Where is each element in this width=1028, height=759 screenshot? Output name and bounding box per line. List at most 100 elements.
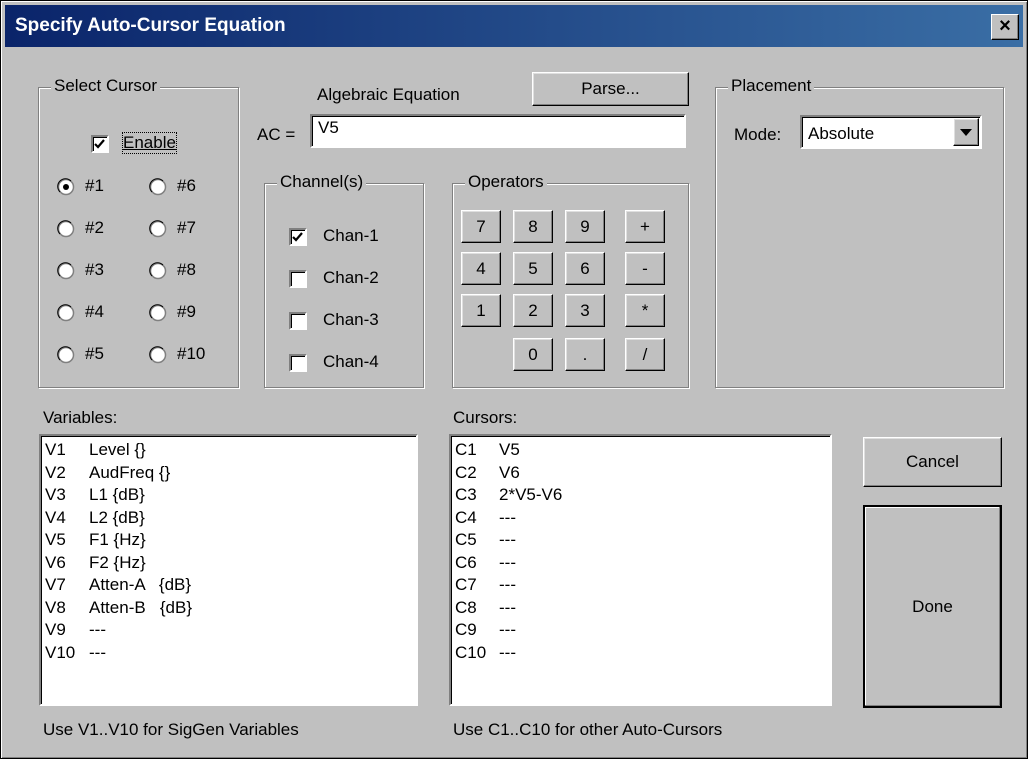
variables-label: Variables: — [43, 408, 118, 427]
variable-row[interactable]: V2 AudFreq {} — [45, 463, 416, 486]
cursor-desc: 2*V5-V6 — [499, 485, 563, 504]
cursor-radio-label: #1 — [85, 176, 104, 195]
enable-checkbox[interactable] — [91, 135, 109, 153]
auto-cursor-dialog: Specify Auto-Cursor Equation × Select Cu… — [0, 0, 1028, 759]
operator-key[interactable]: / — [625, 338, 665, 371]
close-button[interactable]: × — [991, 14, 1019, 40]
variable-desc: F2 {Hz} — [89, 552, 146, 572]
cursor-id: C1 — [455, 440, 477, 459]
enable-label: Enable — [122, 132, 177, 154]
operator-key-label: - — [642, 259, 648, 278]
variable-desc: L2 {dB} — [89, 507, 145, 527]
placement-group: Placement Mode: Absolute — [715, 76, 1004, 388]
mode-label: Mode: — [734, 125, 782, 144]
operators-group: Operators 7 8 9 +4 5 6 - 1 2 3 * 0. / — [452, 172, 689, 388]
cursor-id: C6 — [455, 552, 477, 572]
radio-dot-icon — [63, 184, 69, 190]
operator-key-label: / — [642, 345, 648, 364]
operator-key[interactable]: 5 — [513, 252, 553, 285]
variable-desc: Atten-B {dB} — [89, 597, 193, 617]
cursor-desc: --- — [499, 552, 516, 572]
cursor-radio-label: #4 — [85, 302, 104, 321]
radio-circle-icon — [57, 178, 75, 196]
equation-input-value: V5 — [318, 118, 339, 137]
cursor-row[interactable]: C1 V5 — [455, 440, 830, 463]
operator-key[interactable]: 7 — [461, 210, 501, 243]
cursor-row[interactable]: C4 --- — [455, 508, 830, 531]
done-button-label: Done — [912, 597, 953, 616]
cursor-row[interactable]: C6 --- — [455, 553, 830, 576]
operator-key[interactable]: 6 — [565, 252, 605, 285]
cursor-id: C4 — [455, 507, 477, 527]
cursor-row[interactable]: C8 --- — [455, 598, 830, 621]
mode-select-value: Absolute — [808, 124, 875, 143]
operator-key[interactable]: 9 — [565, 210, 605, 243]
channel-label: Chan-2 — [323, 268, 379, 287]
cursor-row[interactable]: C2 V6 — [455, 463, 830, 486]
variable-row[interactable]: V7 Atten-A {dB} — [45, 575, 416, 598]
operator-key-label: 8 — [528, 217, 538, 236]
variable-id: V10 — [45, 642, 76, 662]
channels-legend: Channel(s) — [277, 172, 367, 192]
variables-hint: Use V1..V10 for SigGen Variables — [43, 720, 299, 739]
variable-row[interactable]: V4 L2 {dB} — [45, 508, 416, 531]
variable-row[interactable]: V5 F1 {Hz} — [45, 530, 416, 553]
operator-key[interactable]: + — [625, 210, 665, 243]
variable-row[interactable]: V8 Atten-B {dB} — [45, 598, 416, 621]
operator-key[interactable]: . — [565, 338, 605, 371]
cursor-radio-label: #3 — [85, 260, 104, 279]
mode-dropdown-button[interactable] — [953, 118, 979, 146]
variable-row[interactable]: V3 L1 {dB} — [45, 485, 416, 508]
cursors-list[interactable]: C1 V5 C2 V6 C3 2*V5-V6 C4 --- C5 --- C6 --- C7 --- C8 -… — [449, 434, 832, 706]
cancel-button-label: Cancel — [906, 452, 959, 471]
done-button[interactable]: Done — [863, 505, 1002, 708]
operator-key[interactable]: 0 — [513, 338, 553, 371]
operator-key[interactable]: 8 — [513, 210, 553, 243]
operator-key-label: 7 — [476, 217, 486, 236]
variables-list[interactable]: V1 Level {} V2 AudFreq {} V3 L1 {dB} V4 L2 {dB}… — [39, 434, 418, 706]
operator-key-label: 5 — [528, 259, 538, 278]
operator-key[interactable]: 1 — [461, 294, 501, 327]
channel-checkbox-4[interactable] — [289, 354, 307, 372]
channel-checkbox-2[interactable] — [289, 270, 307, 288]
operator-key[interactable]: * — [625, 294, 665, 327]
variable-row[interactable]: V6 F2 {Hz} — [45, 553, 416, 576]
variable-id: V1 — [45, 440, 66, 459]
cursor-radio-label: #8 — [177, 260, 196, 279]
cursor-row[interactable]: C7 --- — [455, 575, 830, 598]
mode-select[interactable]: Absolute — [800, 115, 982, 149]
parse-button[interactable]: Parse... — [532, 72, 689, 106]
variable-row[interactable]: V9 --- — [45, 620, 416, 643]
cursor-id: C5 — [455, 530, 477, 549]
cursor-id: C10 — [455, 642, 487, 662]
variable-desc: Atten-A {dB} — [89, 575, 192, 594]
cursor-desc: V6 — [499, 462, 520, 482]
variable-desc: L1 {dB} — [89, 485, 145, 504]
channel-checkbox-1[interactable] — [289, 228, 307, 246]
cursor-row[interactable]: C9 --- — [455, 620, 830, 643]
cursor-id: C9 — [455, 620, 477, 639]
parse-button-label: Parse... — [581, 79, 640, 98]
radio-circle-icon — [149, 304, 167, 322]
cursor-row[interactable]: C5 --- — [455, 530, 830, 553]
operator-key-label: 0 — [528, 345, 538, 364]
cancel-button[interactable]: Cancel — [863, 437, 1002, 487]
equation-input[interactable]: V5 — [310, 114, 686, 148]
cursor-desc: --- — [499, 575, 516, 594]
variable-id: V8 — [45, 597, 66, 617]
variable-row[interactable]: V1 Level {} — [45, 440, 416, 463]
variable-row[interactable]: V10 --- — [45, 643, 416, 666]
title-bar: Specify Auto-Cursor Equation × — [5, 5, 1023, 47]
cursor-row[interactable]: C3 2*V5-V6 — [455, 485, 830, 508]
operator-key[interactable]: 4 — [461, 252, 501, 285]
cursor-radio-label: #7 — [177, 218, 196, 237]
operator-key[interactable]: 3 — [565, 294, 605, 327]
operator-key-label: 6 — [580, 259, 590, 278]
cursor-row[interactable]: C10 --- — [455, 643, 830, 666]
channels-group: Channel(s) Chan-1 Chan-2 Chan-3 Chan-4 — [264, 172, 424, 388]
operator-key[interactable]: 2 — [513, 294, 553, 327]
channel-checkbox-3[interactable] — [289, 312, 307, 330]
cursor-id: C3 — [455, 485, 477, 504]
operator-key[interactable]: - — [625, 252, 665, 285]
channel-label: Chan-1 — [323, 226, 379, 245]
